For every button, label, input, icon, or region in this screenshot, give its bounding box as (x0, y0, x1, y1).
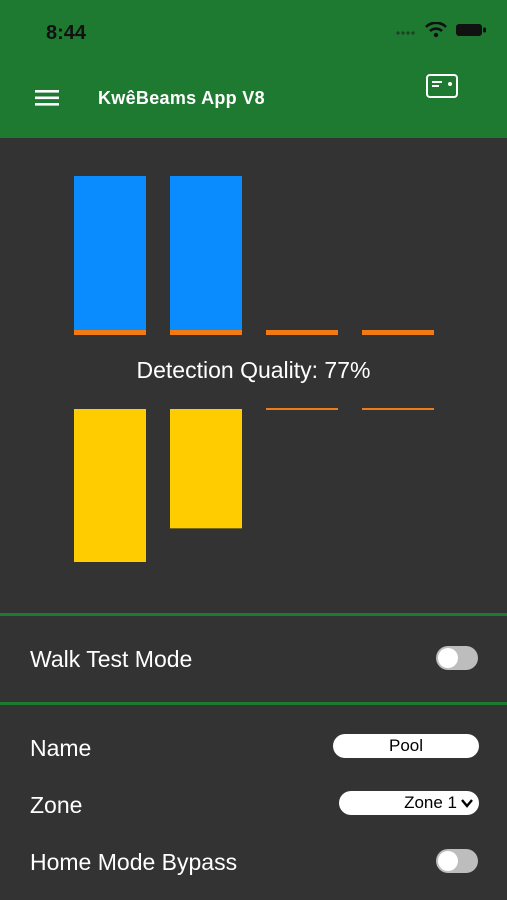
name-label: Name (30, 735, 92, 761)
menu-button[interactable] (35, 88, 61, 108)
detection-quality-label: Detection Quality: 77% (136, 357, 371, 383)
battery-icon (455, 22, 487, 43)
yellow-beam-bar (170, 409, 242, 529)
toggle-knob (438, 851, 458, 871)
blue-beam-bar (170, 176, 242, 330)
blue-beam-baseline (170, 330, 242, 335)
yellow-beam-bar (74, 409, 146, 562)
status-icons (395, 21, 487, 43)
zone-select[interactable]: Zone 1 (339, 791, 479, 815)
chevron-down-icon (461, 795, 473, 811)
divider (0, 613, 507, 616)
hamburger-menu-icon (35, 90, 59, 106)
cellular-signal-icon (395, 24, 417, 42)
yellow-beam-baseline (266, 408, 338, 410)
zone-label: Zone (30, 792, 83, 818)
walk-test-mode-toggle[interactable] (436, 646, 478, 670)
beam-meter: Detection Quality: 77% (0, 138, 507, 616)
name-input[interactable]: Pool (333, 734, 479, 758)
wifi-icon (425, 21, 447, 43)
home-mode-bypass-label: Home Mode Bypass (30, 849, 238, 875)
zone-select-value: Zone 1 (404, 793, 457, 812)
yellow-beam-baseline (362, 408, 434, 410)
blue-beam-baseline (266, 330, 338, 335)
app-title: KwêBeams App V8 (98, 88, 265, 108)
app-bar: 8:44 KwêBeams App V8 (0, 0, 507, 138)
walk-test-mode-label: Walk Test Mode (30, 646, 193, 672)
status-time: 8:44 (46, 22, 87, 44)
divider (0, 702, 507, 705)
device-card-button[interactable] (425, 72, 459, 100)
home-mode-bypass-toggle[interactable] (436, 849, 478, 873)
toggle-knob (438, 648, 458, 668)
card-icon (426, 74, 458, 98)
blue-beam-bar (74, 176, 146, 330)
name-input-value: Pool (388, 736, 424, 755)
blue-beam-baseline (362, 330, 434, 335)
blue-beam-baseline (74, 330, 146, 335)
